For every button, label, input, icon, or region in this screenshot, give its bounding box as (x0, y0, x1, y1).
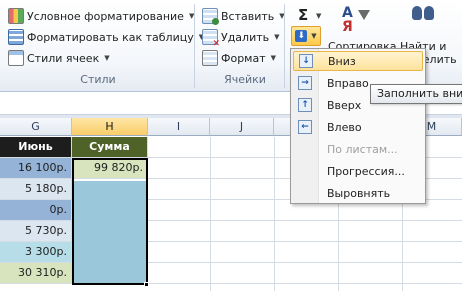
cell-g[interactable]: 0р. (0, 200, 72, 221)
chevron-down-icon[interactable]: ▼ (316, 12, 321, 20)
format-label: Формат (221, 51, 266, 65)
cell-g[interactable]: 5 180р. (0, 179, 72, 200)
cell-styles-button[interactable]: Стили ячеек ▼ (8, 48, 110, 68)
column-header-j[interactable]: J (210, 118, 274, 136)
chevron-down-icon: ▼ (270, 54, 277, 62)
filter-funnel-icon (358, 10, 370, 20)
group-separator (194, 4, 195, 88)
fill-dropdown-menu: ↓ Вниз → Вправо ↑ Вверх ← Влево По листа… (290, 48, 426, 204)
conditional-format-icon (8, 8, 24, 24)
fill-button[interactable]: ⬇ ▼ (291, 26, 321, 46)
cell-g[interactable]: 5 730р. (0, 221, 72, 242)
arrow-right-icon: → (298, 76, 312, 90)
styles-group-label: Стили (80, 73, 116, 86)
cell-styles-label: Стили ячеек (27, 51, 100, 65)
cell-h-header[interactable]: Сумма (72, 137, 148, 158)
fill-handle[interactable] (144, 282, 149, 287)
cell-h[interactable]: 99 820р. (72, 158, 148, 179)
conditional-formatting-button[interactable]: Условное форматирование ▼ (8, 6, 194, 26)
menu-item-label: По листам... (327, 142, 398, 156)
insert-button[interactable]: Вставить ▼ (202, 6, 285, 26)
format-as-table-label: Форматировать как таблицу (27, 30, 194, 44)
cell-g-header[interactable]: Июнь (0, 137, 72, 158)
delete-label: Удалить (221, 30, 270, 44)
menu-item-series[interactable]: Прогрессия... (293, 161, 423, 181)
delete-icon (202, 29, 220, 49)
tooltip: Заполнить вниз (370, 84, 462, 104)
cell-g[interactable]: 30 310р. (0, 263, 72, 284)
binoculars-icon[interactable] (412, 6, 434, 32)
menu-item-down[interactable]: ↓ Вниз (293, 51, 423, 71)
menu-item-label: Вниз (328, 54, 356, 68)
chevron-down-icon: ▼ (274, 33, 280, 41)
column-header-h[interactable]: H (72, 118, 148, 136)
group-separator (284, 4, 285, 88)
arrow-down-icon: ↓ (299, 54, 313, 68)
menu-item-label: Выровнять (327, 186, 391, 200)
menu-item-label: Влево (327, 120, 362, 134)
menu-item-label: Прогрессия... (327, 164, 405, 178)
insert-label: Вставить (221, 9, 275, 23)
cell-g[interactable]: 16 100р. (0, 158, 72, 179)
chevron-down-icon: ▼ (311, 32, 317, 40)
conditional-formatting-label: Условное форматирование (27, 9, 184, 23)
chevron-down-icon: ▼ (104, 54, 110, 62)
insert-icon (202, 8, 219, 25)
format-button[interactable]: Формат ▼ (202, 48, 276, 68)
format-table-icon (8, 29, 24, 45)
menu-item-justify[interactable]: Выровнять (293, 183, 423, 203)
fill-down-icon: ⬇ (295, 30, 308, 42)
menu-item-label: Вверх (327, 98, 362, 112)
menu-item-label: Вправо (327, 76, 369, 90)
column-header-i[interactable]: I (148, 118, 210, 136)
format-as-table-button[interactable]: Форматировать как таблицу ▼ (8, 27, 204, 47)
selection-fill[interactable] (74, 181, 146, 283)
arrow-up-icon: ↑ (298, 98, 312, 112)
column-header-g[interactable]: G (0, 118, 72, 136)
autosum-icon[interactable]: Σ (298, 6, 308, 24)
menu-item-left[interactable]: ← Влево (293, 117, 423, 137)
cells-group-label: Ячейки (224, 73, 266, 86)
menu-item-across-sheets: По листам... (293, 139, 423, 159)
cell-styles-icon (8, 50, 24, 66)
delete-button[interactable]: Удалить ▼ (202, 27, 280, 49)
cell-g[interactable]: 3 300р. (0, 242, 72, 263)
arrow-left-icon: ← (298, 120, 312, 134)
format-icon (202, 50, 218, 66)
